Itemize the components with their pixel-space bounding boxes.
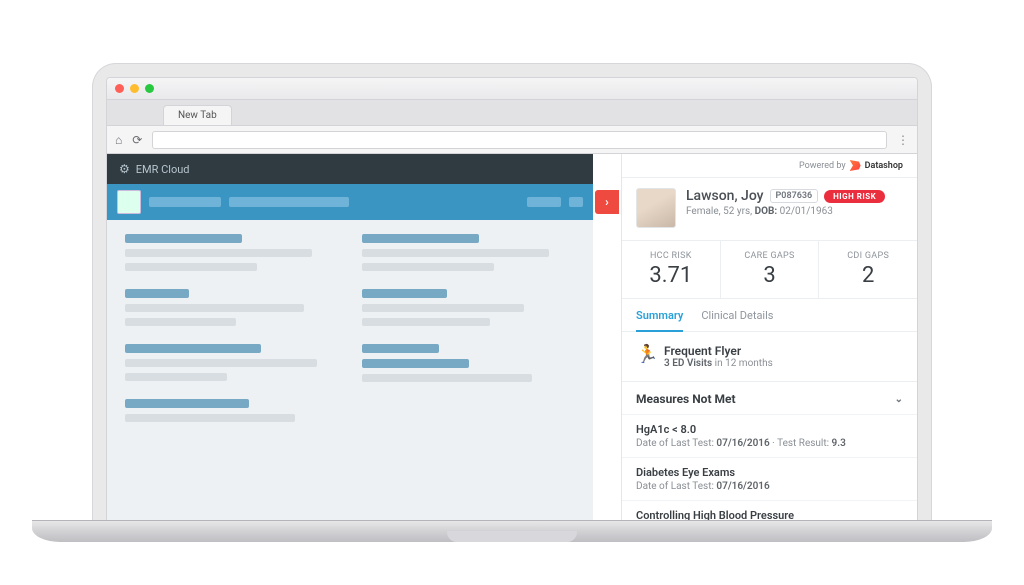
stat-label: CDI GAPS [823,251,913,261]
measure-detail: Date of Last Test: 07/16/2016 · Test Res… [636,438,903,449]
stat-cdi-gaps[interactable]: CDI GAPS 2 [819,241,917,298]
stat-label: HCC RISK [626,251,716,261]
window-titlebar [107,78,917,100]
datashop-logo-icon [850,160,861,171]
tab-summary[interactable]: Summary [636,299,683,332]
measure-title: Controlling High Blood Pressure [636,509,903,521]
emr-column-left [125,234,338,507]
measure-detail: Date of Last Test: 07/16/2016 [636,481,903,492]
ed-visit-count: 3 ED Visits [664,358,712,369]
chevron-down-icon: ⌄ [895,394,903,405]
frequent-flyer-subtitle: 3 ED Visits in 12 months [664,358,773,369]
patient-header: Lawson, Joy P087636 HIGH RISK Female, 52… [622,178,917,241]
patient-meta: Female, 52 yrs, DOB: 02/01/1963 [686,206,885,217]
measure-title: Diabetes Eye Exams [636,466,903,479]
placeholder-bar [527,197,561,207]
page-content: ⚙ EMR Cloud [107,154,917,521]
screen: New Tab ⌂ ⟳ ⋮ ⚙ EMR Cloud [106,77,918,522]
dob-value: 02/01/1963 [780,206,833,217]
stat-value: 3 [725,263,815,288]
browser-tabstrip: New Tab [107,100,917,126]
stats-row: HCC RISK 3.71 CARE GAPS 3 CDI GAPS 2 [622,241,917,299]
patient-name: Lawson, Joy [686,188,764,204]
emr-app: ⚙ EMR Cloud [107,154,593,521]
patient-id-badge: P087636 [770,189,819,203]
home-icon[interactable]: ⌂ [115,133,122,147]
placeholder-bar [149,197,221,207]
avatar[interactable] [636,188,676,228]
measure-item[interactable]: Diabetes Eye Exams Date of Last Test: 07… [622,458,917,501]
measures-heading-label: Measures Not Met [636,392,736,406]
browser-tab-label: New Tab [178,110,217,121]
panel-toggle: › [593,154,621,521]
overflow-menu-icon[interactable]: ⋮ [897,133,909,147]
minimize-icon[interactable] [130,84,139,93]
stat-label: CARE GAPS [725,251,815,261]
risk-badge: HIGH RISK [824,190,885,203]
measure-item[interactable]: HgA1c < 8.0 Date of Last Test: 07/16/201… [622,415,917,458]
placeholder-bar [569,197,583,207]
laptop-notch [447,531,577,542]
patient-demographics: Female, 52 yrs, [686,206,755,217]
measure-item[interactable]: Controlling High Blood Pressure Date of … [622,501,917,521]
expand-panel-button[interactable]: › [595,190,619,214]
powered-by-label: Powered by [799,161,846,171]
measure-title: HgA1c < 8.0 [636,423,903,436]
emr-body [107,220,593,521]
placeholder-bar [229,197,349,207]
browser-toolbar: ⌂ ⟳ ⋮ [107,126,917,154]
gear-icon[interactable]: ⚙ [119,162,130,176]
stat-value: 3.71 [626,263,716,288]
panel-tabs: Summary Clinical Details [622,299,917,332]
avatar[interactable] [117,190,141,214]
address-bar[interactable] [152,131,887,149]
dob-label: DOB: [755,206,778,217]
close-icon[interactable] [115,84,124,93]
ed-visit-suffix: in 12 months [712,358,773,369]
stat-care-gaps[interactable]: CARE GAPS 3 [721,241,820,298]
running-person-icon: 🏃 [636,346,654,368]
maximize-icon[interactable] [145,84,154,93]
stat-hcc[interactable]: HCC RISK 3.71 [622,241,721,298]
reload-icon[interactable]: ⟳ [132,133,142,147]
frequent-flyer-title: Frequent Flyer [664,344,773,358]
datashop-brand: Datashop [865,161,903,171]
measures-heading[interactable]: Measures Not Met ⌄ [622,382,917,415]
tab-clinical-details[interactable]: Clinical Details [701,299,773,331]
stat-value: 2 [823,263,913,288]
laptop-frame: New Tab ⌂ ⟳ ⋮ ⚙ EMR Cloud [92,63,932,522]
frequent-flyer-card[interactable]: 🏃 Frequent Flyer 3 ED Visits in 12 month… [622,332,917,382]
powered-by: Powered by Datashop [622,154,917,178]
emr-title: EMR Cloud [136,163,190,176]
datashop-panel: Powered by Datashop Lawson, Joy P087636 … [621,154,917,521]
browser-tab[interactable]: New Tab [163,105,232,125]
emr-patient-bar [107,184,593,220]
emr-header: ⚙ EMR Cloud [107,154,593,184]
emr-column-right [362,234,575,507]
chevron-right-icon: › [605,195,609,209]
